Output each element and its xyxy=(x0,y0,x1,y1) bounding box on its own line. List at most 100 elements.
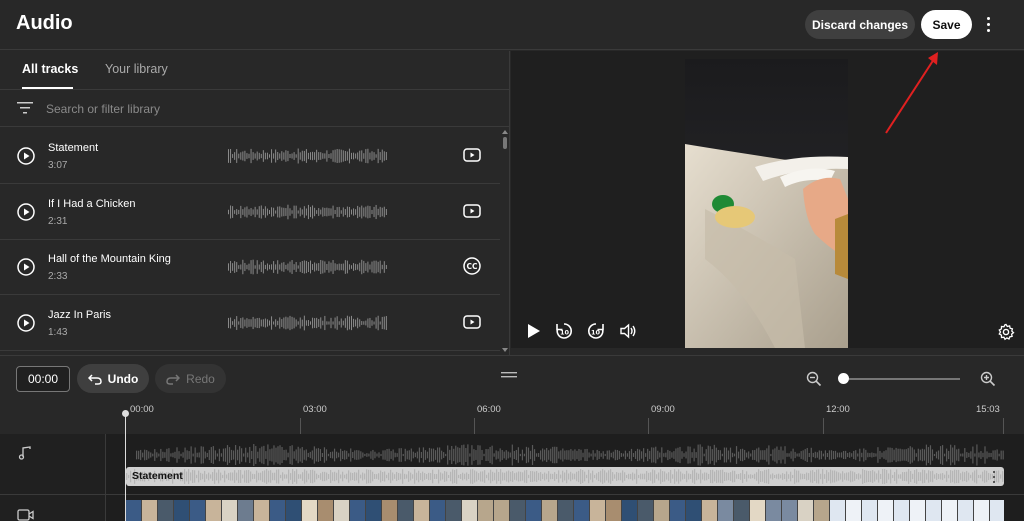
film-frame xyxy=(542,500,558,521)
track-duration: 2:33 xyxy=(48,271,68,282)
zoom-in-icon[interactable] xyxy=(980,371,996,387)
library-scrollbar-thumb[interactable] xyxy=(503,137,507,149)
film-frame xyxy=(862,500,878,521)
track-waveform xyxy=(228,204,387,220)
forward-10-icon[interactable]: 10 xyxy=(586,321,606,341)
track-row[interactable]: Statement 3:07 xyxy=(0,128,500,184)
film-frame xyxy=(222,500,238,521)
film-frame xyxy=(574,500,590,521)
audio-library-panel: All tracks Your library Statement 3:07 I… xyxy=(0,51,510,355)
film-frame xyxy=(430,500,446,521)
film-frame xyxy=(622,500,638,521)
film-frame xyxy=(590,500,606,521)
volume-icon[interactable] xyxy=(618,321,638,341)
audio-clip-label: Statement xyxy=(132,470,183,482)
play-circle-icon[interactable] xyxy=(17,314,35,332)
film-frame xyxy=(526,500,542,521)
film-frame xyxy=(126,500,142,521)
film-frame xyxy=(958,500,974,521)
page-title: Audio xyxy=(16,12,73,34)
playhead[interactable] xyxy=(125,411,126,521)
track-waveform xyxy=(228,148,387,164)
tab-all-tracks[interactable]: All tracks xyxy=(22,62,78,76)
audio-clip[interactable]: Statement xyxy=(126,467,1004,486)
svg-text:CC: CC xyxy=(466,262,478,271)
more-options-icon[interactable] xyxy=(978,12,998,36)
film-frame xyxy=(782,500,798,521)
film-frame xyxy=(398,500,414,521)
film-frame xyxy=(238,500,254,521)
film-frame xyxy=(670,500,686,521)
undo-button[interactable]: Undo xyxy=(77,364,149,393)
film-frame xyxy=(350,500,366,521)
search-row xyxy=(0,89,509,127)
track-name: Jazz In Paris xyxy=(48,309,111,321)
svg-text:10: 10 xyxy=(591,329,601,337)
film-frame xyxy=(446,500,462,521)
ruler-tick xyxy=(1003,418,1004,434)
playhead-handle[interactable] xyxy=(122,410,129,417)
film-frame xyxy=(462,500,478,521)
music-note-icon xyxy=(18,446,31,460)
track-duration: 1:43 xyxy=(48,327,68,338)
ruler-tick xyxy=(823,418,824,434)
scroll-down-arrow-icon[interactable] xyxy=(502,347,508,353)
film-frame xyxy=(334,500,350,521)
film-frame xyxy=(478,500,494,521)
filter-icon[interactable] xyxy=(17,102,33,114)
film-frame xyxy=(510,500,526,521)
play-circle-icon[interactable] xyxy=(17,258,35,276)
scroll-up-arrow-icon[interactable] xyxy=(502,129,508,135)
zoom-slider-knob[interactable] xyxy=(838,373,849,384)
redo-icon xyxy=(166,373,181,385)
film-frame xyxy=(494,500,510,521)
track-waveform xyxy=(228,259,387,275)
video-frame[interactable] xyxy=(685,59,848,348)
film-frame xyxy=(798,500,814,521)
track-name: Statement xyxy=(48,142,99,154)
film-frame xyxy=(990,500,1004,521)
film-frame xyxy=(878,500,894,521)
tick-label: 09:00 xyxy=(651,404,675,415)
clip-more-icon[interactable] xyxy=(992,471,996,483)
film-frame xyxy=(270,500,286,521)
rewind-10-icon[interactable]: 10 xyxy=(554,321,574,341)
play-icon[interactable] xyxy=(523,321,543,341)
video-track-icon xyxy=(17,509,34,521)
film-frame xyxy=(318,500,334,521)
original-audio-waveform xyxy=(136,444,1004,466)
search-input[interactable] xyxy=(46,99,346,119)
film-frame xyxy=(814,500,830,521)
youtube-icon xyxy=(463,204,481,218)
film-frame xyxy=(926,500,942,521)
discard-changes-button[interactable]: Discard changes xyxy=(805,10,915,39)
row-divider xyxy=(0,494,1024,495)
track-row[interactable]: Jazz In Paris 1:43 xyxy=(0,295,500,351)
film-frame xyxy=(606,500,622,521)
zoom-out-icon[interactable] xyxy=(806,371,822,387)
film-frame xyxy=(366,500,382,521)
row-labels xyxy=(0,434,106,521)
play-circle-icon[interactable] xyxy=(17,147,35,165)
play-circle-icon[interactable] xyxy=(17,203,35,221)
video-filmstrip[interactable] xyxy=(126,500,1004,521)
track-row[interactable]: Hall of the Mountain King 2:33 CC xyxy=(0,239,500,295)
track-duration: 3:07 xyxy=(48,160,68,171)
film-frame xyxy=(894,500,910,521)
ruler-tick xyxy=(648,418,649,434)
film-frame xyxy=(750,500,766,521)
timecode-display[interactable]: 00:00 xyxy=(16,366,70,392)
zoom-slider-track[interactable] xyxy=(843,378,960,380)
film-frame xyxy=(910,500,926,521)
tab-your-library[interactable]: Your library xyxy=(105,62,168,76)
resize-handle-icon[interactable] xyxy=(501,371,517,379)
undo-label: Undo xyxy=(107,371,139,386)
track-row[interactable]: If I Had a Chicken 2:31 xyxy=(0,184,500,240)
film-frame xyxy=(846,500,862,521)
redo-button[interactable]: Redo xyxy=(155,364,226,393)
save-button[interactable]: Save xyxy=(921,10,972,39)
settings-gear-icon[interactable] xyxy=(997,323,1015,341)
timeline-ruler[interactable]: 00:00 03:00 06:00 09:00 12:00 15:03 xyxy=(0,400,1024,434)
redo-label: Redo xyxy=(186,371,215,386)
film-frame xyxy=(414,500,430,521)
